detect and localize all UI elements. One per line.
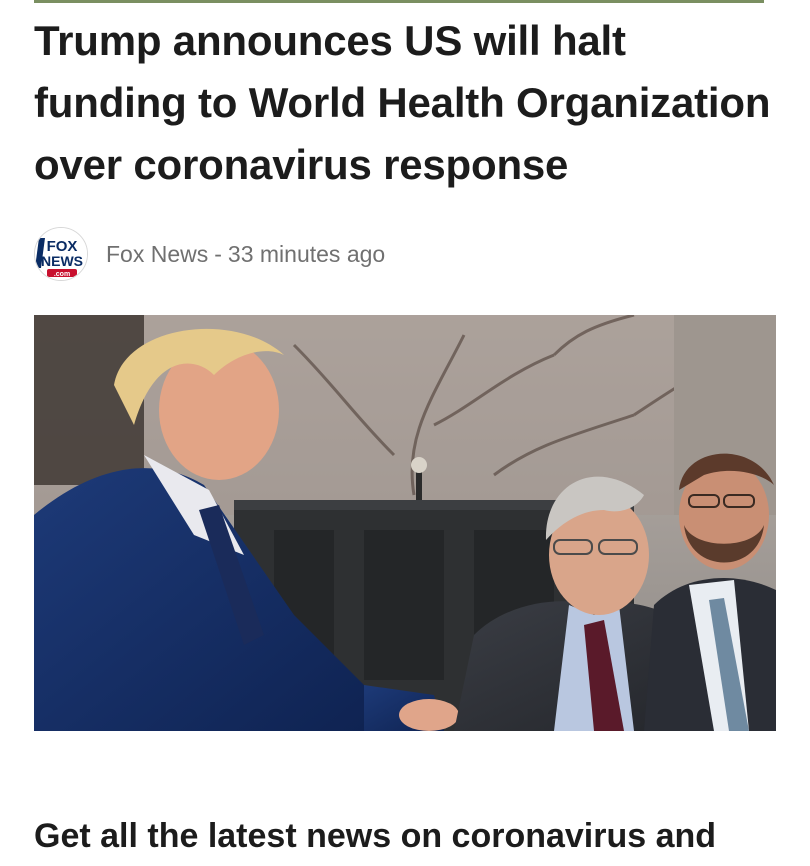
article-teaser[interactable]: Get all the latest news on coronavirus a… [34,808,794,864]
photo-illustration [34,315,776,731]
source-byline[interactable]: FOX NEWS .com Fox News - 33 minutes ago [34,226,385,282]
logo-text-news: NEWS [41,253,83,269]
source-separator: - [214,240,222,267]
publish-time: 33 minutes ago [227,240,386,267]
logo-text-domain: .com [54,271,70,278]
article-photo[interactable] [34,315,776,731]
fox-news-logo-graphic: FOX NEWS .com [35,228,87,280]
article-headline[interactable]: Trump announces US will halt funding to … [34,10,784,196]
top-accent-rule [34,0,764,3]
source-meta: Fox News - 33 minutes ago [106,241,385,268]
source-name[interactable]: Fox News [106,241,208,268]
fox-news-logo-icon[interactable]: FOX NEWS .com [34,227,88,281]
